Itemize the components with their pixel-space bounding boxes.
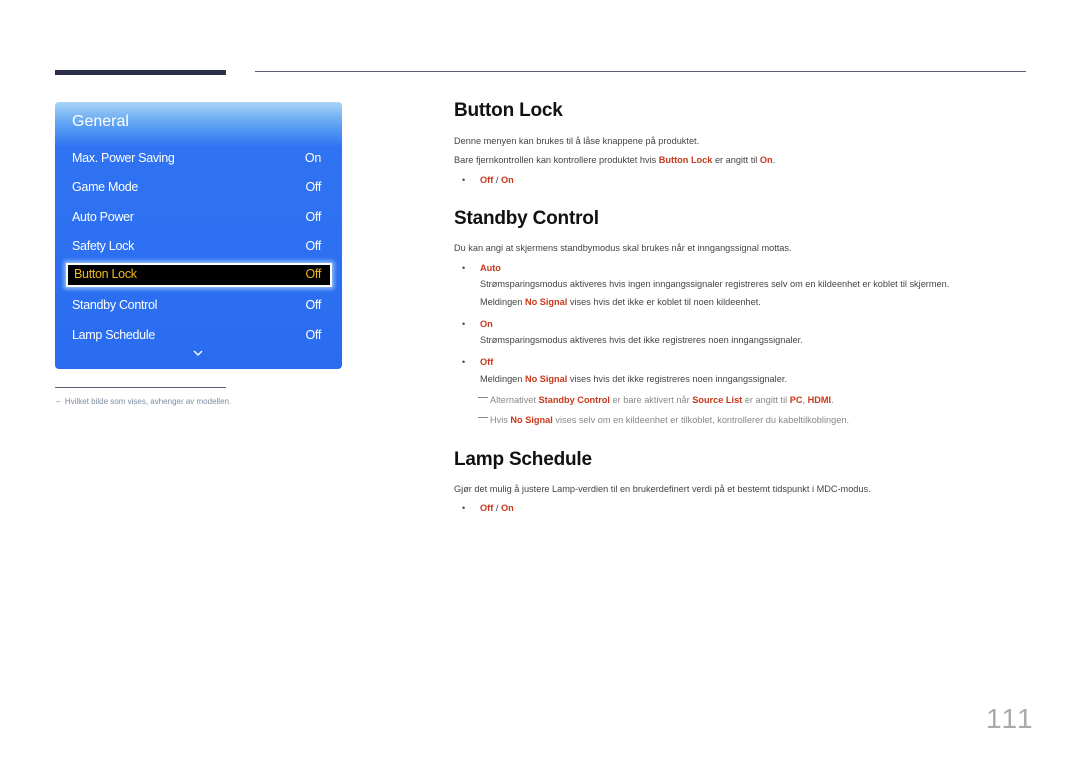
button-lock-desc: Denne menyen kan brukes til å låse knapp…: [454, 136, 700, 146]
header-rule: [255, 71, 1026, 72]
menu-item-standby-control[interactable]: Standby Control Off: [65, 294, 331, 318]
menu-item-label: Standby Control: [72, 298, 158, 312]
note-standby-availability: Alternativet Standby Control er bare akt…: [478, 395, 834, 405]
bullet: •: [462, 175, 466, 185]
menu-item-safety-lock[interactable]: Safety Lock Off: [65, 235, 331, 259]
bullet: •: [462, 319, 466, 329]
note-no-signal: Hvis No Signal vises selv om en kildeenh…: [478, 415, 849, 425]
menu-title: General: [72, 113, 129, 130]
header-bar-accent: [55, 70, 226, 75]
menu-item-value: Off: [305, 210, 321, 224]
menu-item-label: Max. Power Saving: [72, 151, 175, 165]
section-title-button-lock: Button Lock: [454, 100, 563, 121]
menu-item-game-mode[interactable]: Game Mode Off: [65, 176, 331, 200]
menu-item-label: Game Mode: [72, 180, 139, 194]
option-on-label: On: [480, 319, 493, 329]
menu-item-button-lock[interactable]: Button Lock Off: [66, 263, 332, 287]
menu-item-max-power-saving[interactable]: Max. Power Saving On: [65, 147, 331, 171]
option-on-desc: Strømsparingsmodus aktiveres hvis det ik…: [480, 335, 803, 345]
section-title-lamp-schedule: Lamp Schedule: [454, 449, 592, 470]
general-menu: General Max. Power Saving On Game Mode O…: [55, 102, 342, 369]
menu-item-value: Off: [305, 298, 321, 312]
button-lock-options: Off / On: [480, 175, 514, 185]
menu-item-label: Auto Power: [72, 210, 134, 224]
option-auto-desc: Strømsparingsmodus aktiveres hvis ingen …: [480, 279, 950, 289]
menu-item-label: Button Lock: [74, 267, 137, 281]
menu-item-value: Off: [305, 239, 321, 253]
section-title-standby-control: Standby Control: [454, 208, 599, 229]
menu-item-auto-power[interactable]: Auto Power Off: [65, 206, 331, 230]
option-auto-nosignal: Meldingen No Signal vises hvis det ikke …: [480, 297, 761, 307]
lamp-schedule-options: Off / On: [480, 503, 514, 513]
menu-item-lamp-schedule[interactable]: Lamp Schedule Off: [65, 324, 331, 348]
page-number: 111: [986, 703, 1035, 734]
option-off-label: Off: [480, 357, 494, 367]
menu-item-label: Safety Lock: [72, 239, 135, 253]
menu-item-value: Off: [305, 328, 321, 342]
bullet: •: [462, 503, 466, 513]
standby-control-desc: Du kan angi at skjermens standbymodus sk…: [454, 243, 792, 253]
button-lock-remote-desc: Bare fjernkontrollen kan kontrollere pro…: [454, 155, 776, 165]
lamp-schedule-desc: Gjør det mulig å justere Lamp-verdien ti…: [454, 484, 871, 494]
option-off-desc: Meldingen No Signal vises hvis det ikke …: [480, 374, 787, 384]
menu-item-value: Off: [305, 267, 321, 281]
bullet: •: [462, 357, 466, 367]
footnote-rule: [55, 387, 226, 388]
menu-item-value: On: [304, 151, 321, 165]
bullet: •: [462, 263, 466, 273]
note-dash-icon: [478, 417, 488, 418]
note-dash-icon: [478, 397, 488, 398]
menu-item-value: Off: [305, 180, 321, 194]
menu-item-label: Lamp Schedule: [72, 328, 155, 342]
option-auto-label: Auto: [480, 263, 501, 273]
chevron-down-icon[interactable]: [193, 348, 203, 358]
footnote: – Hvilket bilde som vises, avhenger av m…: [56, 397, 232, 406]
